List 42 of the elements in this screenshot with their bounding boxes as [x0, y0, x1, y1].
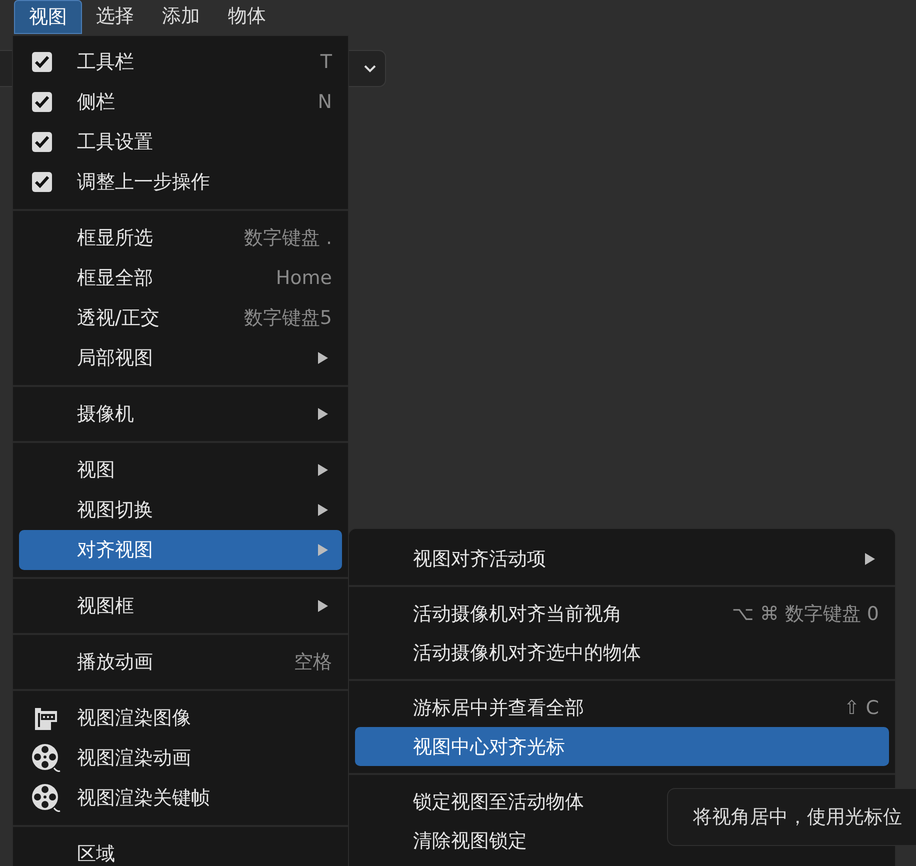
menu-item[interactable]: 视图渲染图像: [19, 698, 342, 738]
checkbox[interactable]: [31, 91, 53, 113]
film-reel-icon: [31, 743, 61, 773]
submenu-arrow-icon: [318, 544, 328, 556]
menu-item[interactable]: 透视/正交 数字键盘5: [19, 298, 342, 338]
menu-item[interactable]: 视图: [19, 450, 342, 490]
film-reel-icon: [31, 783, 61, 813]
menu-bar-item[interactable]: 物体: [214, 0, 280, 34]
tooltip-text: 将视角居中，使用光标位: [693, 805, 902, 830]
checkbox[interactable]: [31, 131, 53, 153]
menu-bar-item[interactable]: 选择: [82, 0, 148, 34]
menu-item[interactable]: 局部视图: [19, 338, 342, 378]
menu-item[interactable]: 摄像机: [19, 394, 342, 434]
submenu-arrow-icon: [865, 552, 875, 564]
menu-item[interactable]: 视图对齐活动项: [355, 539, 889, 578]
menu-bar-item[interactable]: 添加: [148, 0, 214, 34]
checkbox[interactable]: [31, 171, 53, 193]
menu-item[interactable]: 侧栏 N: [19, 82, 342, 122]
menu-item[interactable]: 工具栏 T: [19, 42, 342, 82]
submenu-arrow-icon: [318, 504, 328, 516]
menu-item[interactable]: 活动摄像机对齐选中的物体: [355, 633, 889, 672]
menu-item[interactable]: 播放动画 空格: [19, 642, 342, 682]
submenu-arrow-icon: [318, 408, 328, 420]
submenu-arrow-icon: [318, 352, 328, 364]
menu-item[interactable]: 视图渲染动画: [19, 738, 342, 778]
menu-item[interactable]: 视图框: [19, 586, 342, 626]
menu-item[interactable]: 框显全部 Home: [19, 258, 342, 298]
menu-item[interactable]: 视图切换: [19, 490, 342, 530]
menu-item[interactable]: 视图渲染关键帧: [19, 778, 342, 818]
submenu-arrow-icon: [318, 464, 328, 476]
menu-bar-item[interactable]: 视图: [14, 0, 82, 34]
chevron-down-icon: [363, 64, 377, 74]
menu-item[interactable]: 调整上一步操作: [19, 162, 342, 202]
menu-item[interactable]: 活动摄像机对齐当前视角 ⌥ ⌘ 数字键盘 0: [355, 594, 889, 633]
menu-item[interactable]: 对齐视图: [19, 530, 342, 570]
checkbox[interactable]: [31, 51, 53, 73]
submenu-arrow-icon: [318, 600, 328, 612]
menu-item[interactable]: 区域: [19, 834, 342, 866]
menu-item[interactable]: 游标居中并查看全部 ⇧ C: [355, 688, 889, 727]
menu-item[interactable]: 视图中心对齐光标: [355, 727, 889, 766]
menu-item[interactable]: 框显所选 数字键盘 .: [19, 218, 342, 258]
menu-item[interactable]: 工具设置: [19, 122, 342, 162]
